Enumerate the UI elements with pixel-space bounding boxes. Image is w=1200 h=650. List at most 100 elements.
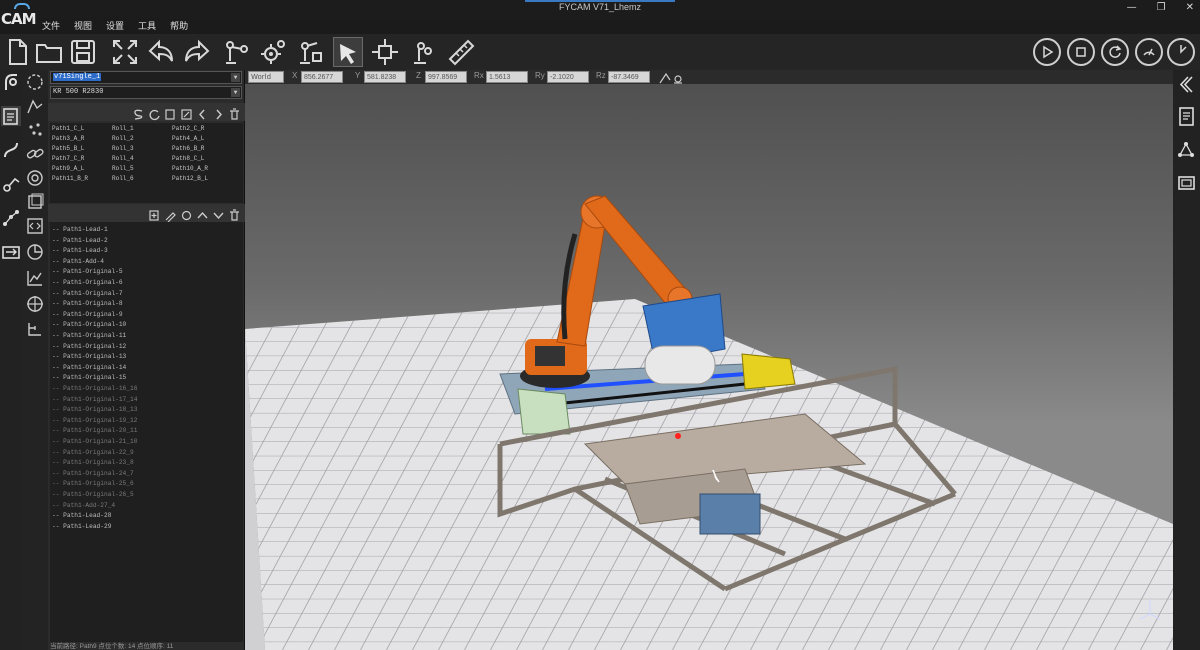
- fit-view-icon[interactable]: [110, 37, 140, 67]
- path-grid-cell[interactable]: Roll_5: [112, 165, 134, 172]
- tree-node[interactable]: -- Path1-Original-24_7: [52, 470, 134, 477]
- target-icon[interactable]: [25, 168, 45, 188]
- tree-node[interactable]: -- Path1-Original-14: [52, 364, 126, 371]
- copy-icon[interactable]: [164, 106, 177, 120]
- undo-icon[interactable]: [146, 37, 176, 67]
- robot-select[interactable]: KR 500 R2830 ▼: [50, 86, 242, 99]
- path-grid-cell[interactable]: Path8_C_L: [172, 155, 204, 162]
- select-cursor-icon[interactable]: [333, 37, 363, 67]
- move-icon[interactable]: [370, 37, 400, 67]
- ry-field[interactable]: -2.1020: [547, 71, 589, 83]
- refresh-icon[interactable]: [148, 106, 161, 120]
- tree-node[interactable]: -- Path1-Original-18_13: [52, 406, 137, 413]
- tree-node[interactable]: -- Path1-Original-16_16: [52, 385, 137, 392]
- tree-node[interactable]: -- Path1-Lead-1: [52, 226, 108, 233]
- save-icon[interactable]: [68, 37, 98, 67]
- pie-icon[interactable]: [25, 242, 45, 262]
- edit-path-icon[interactable]: [164, 207, 177, 222]
- ruler-icon[interactable]: [446, 37, 476, 67]
- tree-node[interactable]: -- Path1-Add-27_4: [52, 502, 115, 509]
- path-grid-cell[interactable]: Path11_B_R: [52, 175, 88, 182]
- tree-node[interactable]: -- Path1-Original-20_11: [52, 427, 137, 434]
- move-down-icon[interactable]: [212, 207, 225, 220]
- path-grid-cell[interactable]: Path3_A_R: [52, 135, 84, 142]
- display-icon[interactable]: [1176, 172, 1197, 193]
- path-grid-cell[interactable]: Roll_1: [112, 125, 134, 132]
- trash-icon[interactable]: [228, 106, 241, 120]
- menu-tools[interactable]: 工具: [138, 19, 156, 32]
- menu-settings[interactable]: 设置: [106, 19, 124, 32]
- crosshair-icon[interactable]: [25, 294, 45, 314]
- tree-node[interactable]: -- Path1-Original-12: [52, 343, 126, 350]
- path-grid-cell[interactable]: Roll_2: [112, 135, 134, 142]
- robot-arm-icon[interactable]: [222, 37, 252, 67]
- path-grid-cell[interactable]: Roll_3: [112, 145, 134, 152]
- delete-point-icon[interactable]: [228, 207, 241, 221]
- export-module-icon[interactable]: [1, 242, 21, 262]
- stop-icon[interactable]: [1067, 38, 1095, 66]
- path-module-icon[interactable]: [1, 106, 21, 126]
- minimize-icon[interactable]: —: [1127, 2, 1137, 13]
- open-folder-icon[interactable]: [34, 37, 64, 67]
- path-grid-cell[interactable]: Roll_4: [112, 155, 134, 162]
- path-grid-cell[interactable]: Path9_A_L: [52, 165, 84, 172]
- tree-node[interactable]: -- Path1-Original-10: [52, 321, 126, 328]
- tree-node[interactable]: -- Path1-Original-23_8: [52, 459, 134, 466]
- profile-icon[interactable]: [25, 96, 45, 116]
- path-grid-cell[interactable]: Path12_B_L: [172, 175, 208, 182]
- restore-icon[interactable]: ❐: [1157, 2, 1166, 13]
- path-grid-cell[interactable]: Path1_C_L: [52, 125, 84, 132]
- chain-link-icon[interactable]: [25, 144, 45, 164]
- path-grid-cell[interactable]: Roll_6: [112, 175, 134, 182]
- tree-node[interactable]: -- Path1-Original-6: [52, 279, 123, 286]
- tree-node[interactable]: -- Path1-Original-9: [52, 311, 123, 318]
- path-grid-cell[interactable]: Path2_C_R: [172, 125, 204, 132]
- insert-point-icon[interactable]: [180, 207, 193, 220]
- properties-icon[interactable]: [1176, 106, 1197, 127]
- tree-node[interactable]: -- Path1-Original-13: [52, 353, 126, 360]
- tree-node[interactable]: -- Path1-Lead-29: [52, 523, 111, 530]
- path-grid-cell[interactable]: Path10_A_R: [172, 165, 208, 172]
- circle-dashed-icon[interactable]: [25, 72, 45, 92]
- layers-icon[interactable]: [25, 192, 45, 212]
- new-file-icon[interactable]: [2, 37, 32, 67]
- tree-node[interactable]: -- Path1-Original-26_5: [52, 491, 134, 498]
- y-field[interactable]: 581.8238: [364, 71, 406, 83]
- chevron-right-icon[interactable]: [212, 106, 225, 119]
- reset-icon[interactable]: [1101, 38, 1129, 66]
- hierarchy-icon[interactable]: [25, 320, 45, 340]
- graph-icon[interactable]: [25, 268, 45, 288]
- robot-module-icon[interactable]: [1, 72, 21, 92]
- collapse-right-icon[interactable]: [1176, 74, 1197, 95]
- progress-icon[interactable]: [1167, 38, 1195, 66]
- rz-field[interactable]: -87.3469: [608, 71, 650, 83]
- redo-icon[interactable]: [182, 37, 212, 67]
- rx-field[interactable]: 1.5613: [486, 71, 528, 83]
- tree-node[interactable]: -- Path1-Original-25_6: [52, 480, 134, 487]
- tree-node[interactable]: -- Path1-Original-21_10: [52, 438, 137, 445]
- scatter-icon[interactable]: [25, 120, 45, 140]
- frame-select[interactable]: World: [248, 71, 284, 83]
- speed-icon[interactable]: [1135, 38, 1163, 66]
- s-shape-icon[interactable]: [132, 106, 145, 120]
- curve-module-icon[interactable]: [1, 140, 21, 160]
- path-grid-cell[interactable]: Path6_B_R: [172, 145, 204, 152]
- tree-node[interactable]: -- Path1-Original-17_14: [52, 396, 137, 403]
- move-up-icon[interactable]: [196, 207, 209, 220]
- robot-config-icon[interactable]: [295, 37, 325, 67]
- path-grid-cell[interactable]: Path7_C_R: [52, 155, 84, 162]
- chevron-left-icon[interactable]: [196, 106, 209, 119]
- tree-node[interactable]: -- Path1-Original-8: [52, 300, 123, 307]
- menu-help[interactable]: 帮助: [170, 19, 188, 32]
- menu-file[interactable]: 文件: [42, 19, 60, 32]
- tree-node[interactable]: -- Path1-Lead-28: [52, 512, 111, 519]
- tree-node[interactable]: -- Path1-Original-5: [52, 268, 123, 275]
- program-select[interactable]: v71Single_1 ▼: [50, 71, 242, 84]
- edit-icon[interactable]: [180, 106, 193, 120]
- tree-node[interactable]: -- Path1-Original-22_9: [52, 449, 134, 456]
- tree-node[interactable]: -- Path1-Lead-3: [52, 247, 108, 254]
- 3d-viewport[interactable]: [245, 84, 1173, 650]
- arm-module-icon[interactable]: [1, 174, 21, 194]
- tree-node[interactable]: -- Path1-Original-7: [52, 290, 123, 297]
- code-icon[interactable]: [25, 216, 45, 236]
